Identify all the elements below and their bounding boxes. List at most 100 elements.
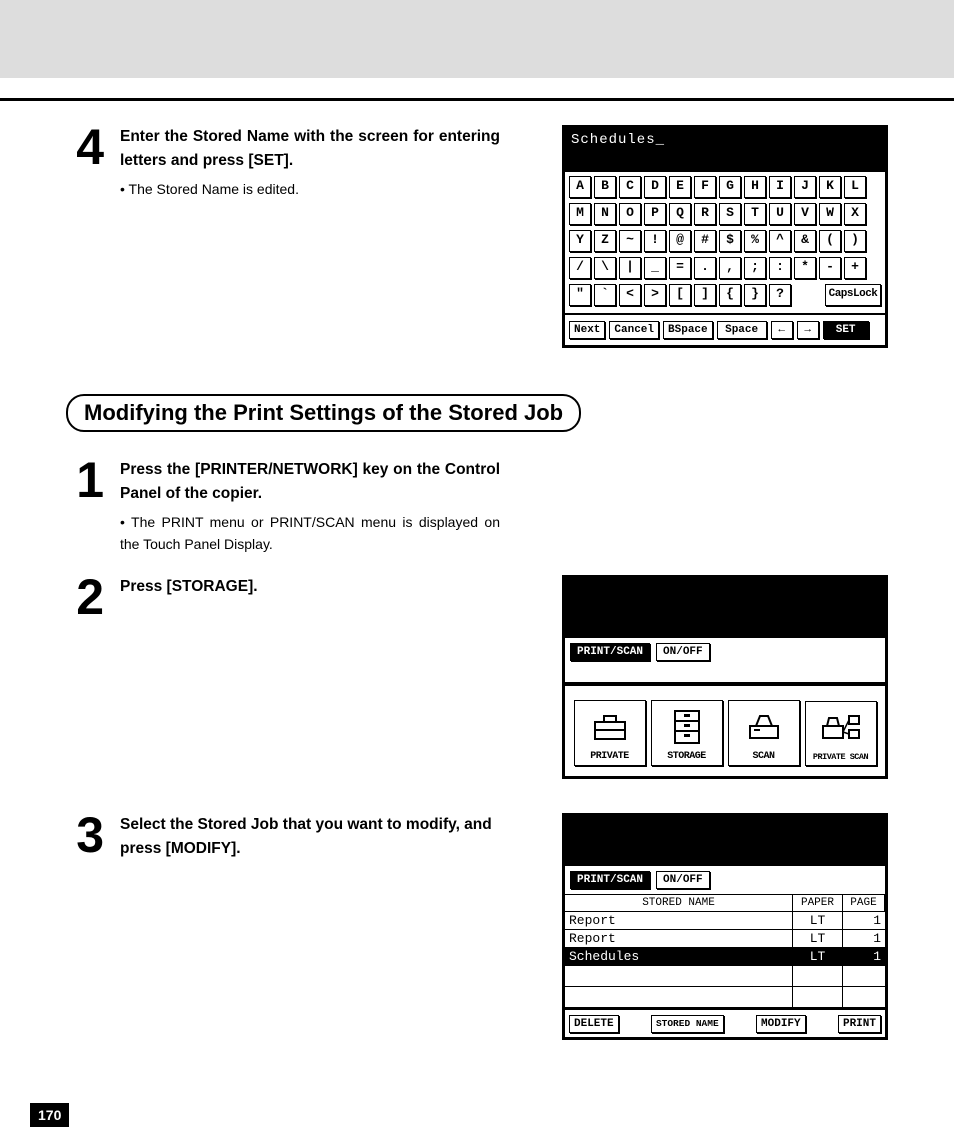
table-row [565,987,885,1008]
key-X[interactable]: X [844,203,866,225]
key-)[interactable]: ) [844,230,866,252]
key-^[interactable]: ^ [769,230,791,252]
scan-button[interactable]: SCAN [728,700,800,766]
step3-title: Select the Stored Job that you want to m… [120,813,500,861]
key-I[interactable]: I [769,176,791,198]
key-D[interactable]: D [644,176,666,198]
key-\[interactable]: \ [594,257,616,279]
step1-title: Press the [PRINTER/NETWORK] key on the C… [120,458,500,506]
key-`[interactable]: ` [594,284,616,306]
iconscreen-top-band [565,578,885,638]
print-scan-tab[interactable]: PRINT/SCAN [570,643,650,661]
print-button[interactable]: PRINT [838,1015,881,1033]
private-scan-button[interactable]: PRIVATE SCAN [805,701,877,766]
key-,[interactable]: , [719,257,741,279]
kb-cancel-button[interactable]: Cancel [609,321,659,339]
key-;[interactable]: ; [744,257,766,279]
step4-bullet: The Stored Name is edited. [120,179,500,201]
on-off-tab-2[interactable]: ON/OFF [656,871,710,889]
key-&[interactable]: & [794,230,816,252]
key-J[interactable]: J [794,176,816,198]
tablescreen-top-band [565,816,885,866]
key-Y[interactable]: Y [569,230,591,252]
key-?[interactable]: ? [769,284,791,306]
key-<[interactable]: < [619,284,641,306]
key-Z[interactable]: Z [594,230,616,252]
key-([interactable]: ( [819,230,841,252]
key-O[interactable]: O [619,203,641,225]
key-#[interactable]: # [694,230,716,252]
key-F[interactable]: F [694,176,716,198]
kb-space-button[interactable]: Space [717,321,767,339]
private-button[interactable]: PRIVATE [574,700,646,766]
step2-title: Press [STORAGE]. [120,575,258,599]
key-W[interactable]: W [819,203,841,225]
key-C[interactable]: C [619,176,641,198]
key-{[interactable]: { [719,284,741,306]
storage-button[interactable]: STORAGE [651,700,723,766]
key-Q[interactable]: Q [669,203,691,225]
cabinet-icon [656,707,718,747]
key-T[interactable]: T [744,203,766,225]
key-S[interactable]: S [719,203,741,225]
keyboard-grid: ABCDEFGHIJKL MNOPQRSTUVWX YZ~!@#$%^&() /… [565,172,885,315]
key-L[interactable]: L [844,176,866,198]
key-"[interactable]: " [569,284,591,306]
key-H[interactable]: H [744,176,766,198]
keyboard-screen: Schedules ABCDEFGHIJKL MNOPQRSTUVWX YZ~!… [562,125,888,348]
key-E[interactable]: E [669,176,691,198]
key-*[interactable]: * [794,257,816,279]
key-+[interactable]: + [844,257,866,279]
step4-title: Enter the Stored Name with the screen fo… [120,125,500,173]
key-R[interactable]: R [694,203,716,225]
key-N[interactable]: N [594,203,616,225]
section-title: Modifying the Print Settings of the Stor… [66,394,581,432]
table-row[interactable]: SchedulesLT1 [565,948,885,966]
header-grey-bar [0,0,954,78]
key-A[interactable]: A [569,176,591,198]
print-scan-tab-2[interactable]: PRINT/SCAN [570,871,650,889]
kb-backspace-button[interactable]: BSpace [663,321,713,339]
key-|[interactable]: | [619,257,641,279]
key-![interactable]: ! [644,230,666,252]
kb-right-arrow-button[interactable]: → [797,321,819,339]
delete-button[interactable]: DELETE [569,1015,619,1033]
key-P[interactable]: P [644,203,666,225]
key-@[interactable]: @ [669,230,691,252]
kb-next-button[interactable]: Next [569,321,605,339]
stored-name-button[interactable]: STORED NAME [651,1015,724,1033]
key-U[interactable]: U [769,203,791,225]
key-%[interactable]: % [744,230,766,252]
key-$[interactable]: $ [719,230,741,252]
key-.[interactable]: . [694,257,716,279]
modify-button[interactable]: MODIFY [756,1015,806,1033]
capslock-key[interactable]: CapsLock [825,284,881,306]
scanner-icon [733,707,795,747]
key-~[interactable]: ~ [619,230,641,252]
table-row[interactable]: ReportLT1 [565,912,885,930]
icon-screen: PRINT/SCAN ON/OFF PRIVATE STORAGE [562,575,888,779]
step-number-3: 3 [66,813,106,861]
key-G[interactable]: G [719,176,741,198]
briefcase-icon [579,707,641,747]
table-row[interactable]: ReportLT1 [565,930,885,948]
key-K[interactable]: K [819,176,841,198]
key-V[interactable]: V [794,203,816,225]
key-[[interactable]: [ [669,284,691,306]
key-][interactable]: ] [694,284,716,306]
step-number-2: 2 [66,575,106,620]
key-/[interactable]: / [569,257,591,279]
kb-left-arrow-button[interactable]: ← [771,321,793,339]
on-off-tab[interactable]: ON/OFF [656,643,710,661]
key-}[interactable]: } [744,284,766,306]
step1-bullet: The PRINT menu or PRINT/SCAN menu is dis… [120,512,500,555]
key--[interactable]: - [819,257,841,279]
key-M[interactable]: M [569,203,591,225]
key-:[interactable]: : [769,257,791,279]
key->[interactable]: > [644,284,666,306]
key-=[interactable]: = [669,257,691,279]
kb-set-button[interactable]: SET [823,321,869,339]
key-B[interactable]: B [594,176,616,198]
table-row [565,966,885,987]
key-_[interactable]: _ [644,257,666,279]
